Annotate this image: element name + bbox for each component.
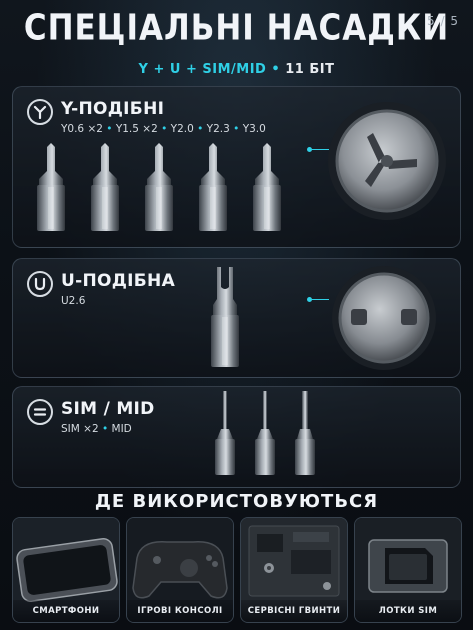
y-sizes-list: Y0.6 ×2 • Y1.5 ×2 • Y2.0 • Y2.3 • Y3.0 [61, 123, 266, 135]
equals-icon [27, 399, 53, 425]
page: СПЕЦІАЛЬНІ НАСАДКИ 5 / 5 Y + U + SIM/MID… [0, 0, 473, 630]
usage-tile-label: СЕРВІСНІ ГВИНТИ [241, 600, 347, 622]
u-sizes-list: U2.6 [61, 295, 85, 307]
y-separator: • [161, 123, 168, 135]
page-indicator: 5 / 5 [427, 14, 459, 28]
usage-tile-sim-trays: ЛОТКИ SIM [354, 517, 462, 623]
sim-size: SIM ×2 [61, 423, 99, 435]
usage-tile-consoles: ІГРОВІ КОНСОЛІ [126, 517, 234, 623]
y-separator: • [233, 123, 240, 135]
y-shape-icon [27, 99, 53, 125]
sim-separator: • [101, 423, 109, 435]
u-bit-illustration [211, 267, 239, 367]
sim-sizes-list: SIM ×2 • MID [61, 423, 132, 435]
y-size: Y2.3 [206, 123, 230, 135]
y-bit [37, 143, 65, 231]
y-size: Y3.0 [242, 123, 266, 135]
u-size: U2.6 [61, 295, 86, 307]
y-separator: • [106, 123, 113, 135]
u-shape-icon [27, 271, 53, 297]
y-bits-panel: Y-ПОДІБНІ Y0.6 ×2 • Y1.5 ×2 • Y2.0 • Y2.… [12, 86, 461, 248]
y-section-title: Y-ПОДІБНІ [61, 99, 165, 119]
u-tip-closeup [332, 266, 436, 370]
y-size: Y1.5 ×2 [115, 123, 158, 135]
u-section-title: U-ПОДІБНА [61, 271, 176, 291]
y-bit [199, 143, 227, 231]
subtitle: Y + U + SIM/MID • 11 БІТ [0, 62, 473, 77]
usage-tile-label: ІГРОВІ КОНСОЛІ [127, 600, 233, 622]
y-bits-illustration [37, 143, 281, 231]
usage-heading: ДЕ ВИКОРИСТОВУЮТЬСЯ [94, 491, 379, 512]
y-tip-closeup [328, 102, 446, 220]
subtitle-count: 11 БІТ [285, 62, 335, 77]
connector-dot [307, 147, 312, 152]
u-bit-panel: U-ПОДІБНА U2.6 [12, 258, 461, 378]
sim-mid-panel: SIM / MID SIM ×2 • MID [12, 386, 461, 488]
y-bit [253, 143, 281, 231]
connector-dot [307, 297, 312, 302]
y-separator: • [197, 123, 204, 135]
y-size: Y0.6 ×2 [61, 123, 103, 135]
subtitle-separator: • [271, 62, 281, 77]
usage-tile-smartphones: СМАРТФОНИ [12, 517, 120, 623]
y-bit [91, 143, 119, 231]
closeup-connector [309, 299, 329, 300]
subtitle-types: Y + U + SIM/MID [138, 62, 267, 77]
y-size: Y2.0 [170, 123, 194, 135]
closeup-connector [309, 149, 329, 150]
sim-size: MID [111, 423, 132, 435]
mid-pin-bit [295, 391, 315, 475]
sim-bits-illustration [215, 391, 315, 475]
usage-tile-label: СМАРТФОНИ [13, 600, 119, 622]
usage-tiles: СМАРТФОНИ ІГРОВІ КОНСОЛІ СЕРВІСНІ ГВИНТИ… [12, 517, 462, 623]
y-bit [145, 143, 173, 231]
usage-tile-service-screws: СЕРВІСНІ ГВИНТИ [240, 517, 348, 623]
usage-tile-label: ЛОТКИ SIM [355, 600, 461, 622]
page-title: СПЕЦІАЛЬНІ НАСАДКИ [23, 7, 450, 49]
sim-pin-bit [215, 391, 235, 475]
sim-pin-bit [255, 391, 275, 475]
sim-section-title: SIM / MID [61, 399, 155, 419]
